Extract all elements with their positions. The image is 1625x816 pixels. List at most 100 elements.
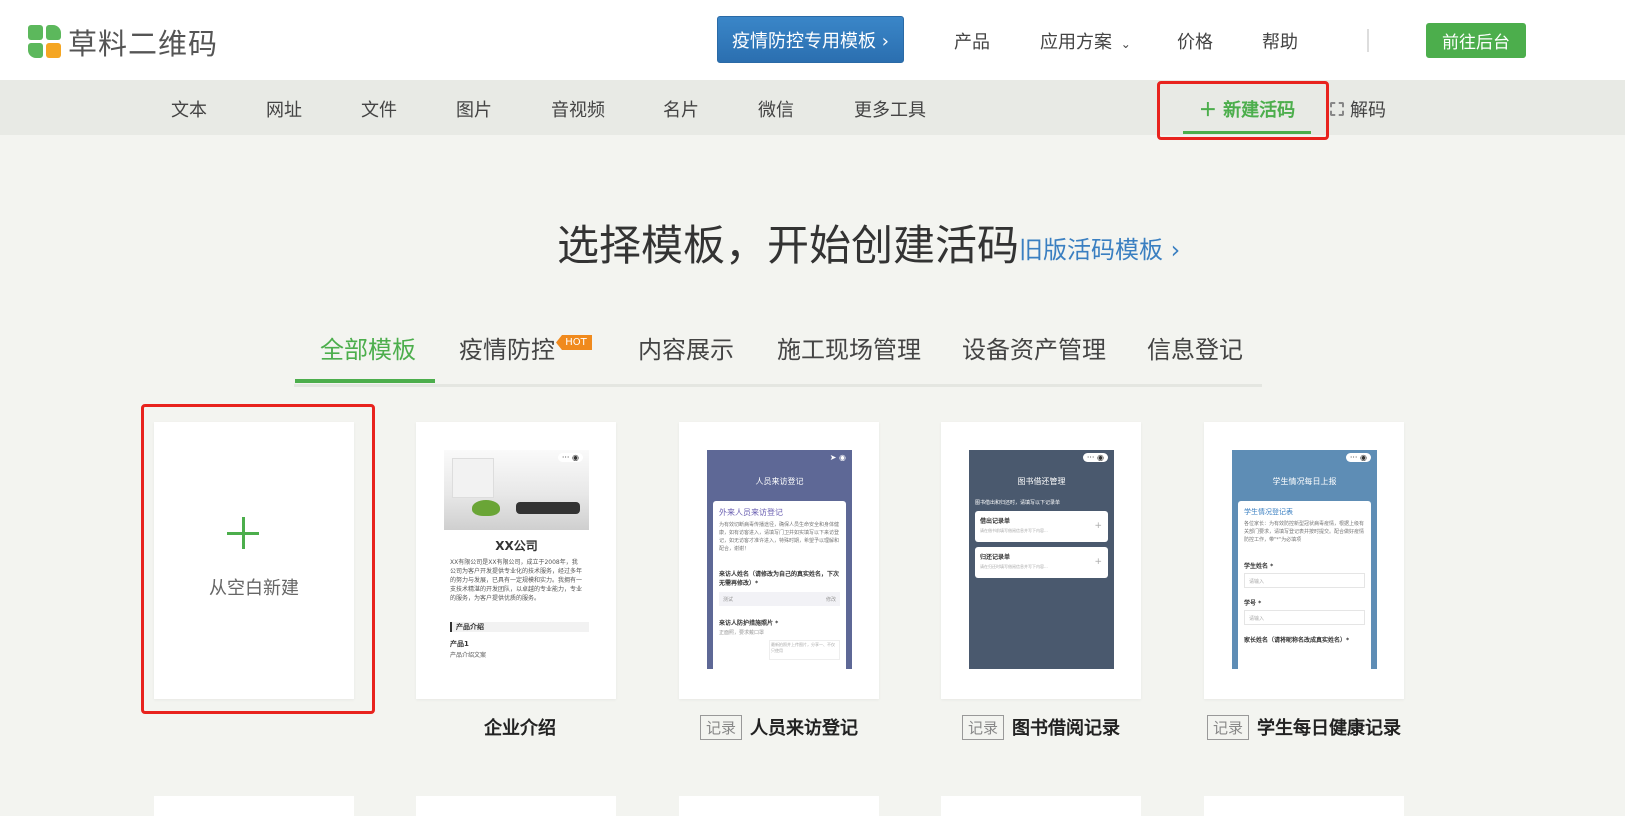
page-title: 选择模板，开始创建活码: [557, 221, 1020, 270]
student-nav-icons: ··· ◉: [1345, 453, 1371, 462]
plus-icon: +: [1094, 557, 1102, 567]
template-card-partial[interactable]: [154, 796, 354, 816]
nav-divider: [1367, 29, 1369, 52]
library-return-desc: 请在归还时填写借阅信息并写下内容...: [980, 564, 1048, 569]
nav-solutions-label: 应用方案: [1040, 32, 1112, 53]
nav-product[interactable]: 产品: [954, 28, 990, 54]
tab-info-registration[interactable]: 信息登记: [1147, 330, 1243, 365]
green-chair: [472, 500, 500, 516]
tool-business-card[interactable]: 名片: [663, 96, 699, 122]
company-photo: ··· ◉: [444, 450, 589, 530]
template-card-visitor[interactable]: ➤ ◉ 人员来访登记 外来人员来访登记 为有效切断病毒传播途径，确保人员生命安全…: [679, 422, 879, 699]
visitor-preview: ➤ ◉ 人员来访登记 外来人员来访登记 为有效切断病毒传播途径，确保人员生命安全…: [707, 450, 852, 669]
library-preview: ··· ◉ 图书借还管理 图书借出和归还时，请填写以下记录单 借出记录单 请在借…: [969, 450, 1114, 669]
tab-asset-management[interactable]: 设备资产管理: [962, 330, 1106, 365]
template-card-partial[interactable]: [1204, 796, 1404, 816]
company-title: XX公司: [495, 539, 538, 553]
student-f2-input: 请输入: [1244, 610, 1365, 625]
visitor-q1-value: 测试: [723, 596, 734, 603]
tool-file[interactable]: 文件: [361, 96, 397, 122]
product-section-label: 产品介绍: [456, 623, 484, 631]
library-return-title: 归还记录单: [980, 554, 1011, 561]
student-preview: ··· ◉ 学生情况每日上报 学生情况登记表 各位家长：为有效防控新型冠状病毒疫…: [1232, 450, 1377, 669]
decode-label: 解码: [1350, 100, 1386, 121]
black-sofa: [516, 502, 580, 514]
record-tag: 记录: [700, 714, 743, 740]
tool-wechat[interactable]: 微信: [758, 96, 794, 122]
template-name-student: 记录 学生每日健康记录: [1207, 714, 1401, 740]
student-header: 学生情况每日上报: [1272, 477, 1337, 486]
template-name-library-label: 图书借阅记录: [1012, 718, 1121, 739]
visitor-form-card: 外来人员来访登记 为有效切断病毒传播途径，确保人员生命安全和身体健康，如有访客进…: [713, 501, 846, 669]
tab-all[interactable]: 全部模板: [320, 330, 416, 365]
student-form-title: 学生情况登记表: [1244, 508, 1293, 516]
tool-text[interactable]: 文本: [171, 96, 207, 122]
company-preview: ··· ◉ XX公司 XX有限公司是XX有限公司，成立于2008年，我公司为客户…: [444, 450, 589, 669]
product-name: 产品1: [450, 640, 469, 648]
logo[interactable]: 草料二维码: [28, 21, 218, 63]
template-card-company[interactable]: ··· ◉ XX公司 XX有限公司是XX有限公司，成立于2008年，我公司为客户…: [416, 422, 616, 699]
chevron-down-icon: ⌄: [1120, 37, 1131, 51]
epidemic-template-button[interactable]: 疫情防控专用模板 ›: [717, 16, 904, 63]
template-card-student[interactable]: ··· ◉ 学生情况每日上报 学生情况登记表 各位家长：为有效防控新型冠状病毒疫…: [1204, 422, 1404, 699]
library-return-card: 归还记录单 请在归还时填写借阅信息并写下内容... +: [975, 547, 1108, 578]
student-f1-placeholder: 请输入: [1249, 579, 1265, 585]
scan-icon: [1330, 102, 1344, 116]
highlight-box-blank: [141, 404, 375, 714]
template-card-partial[interactable]: [941, 796, 1141, 816]
student-f1-input: 请输入: [1244, 573, 1365, 588]
visitor-nav-icons: ➤ ◉: [829, 453, 846, 462]
template-name-company: 企业介绍: [484, 718, 556, 739]
template-name-visitor: 记录 人员来访登记: [700, 714, 858, 740]
logo-icon: [28, 25, 62, 59]
go-backend-button[interactable]: 前往后台: [1426, 23, 1526, 58]
top-header: 草料二维码 疫情防控专用模板 › 产品 应用方案 ⌄ 价格 帮助 前往后台: [0, 0, 1625, 80]
visitor-q1-field: 测试 修改: [719, 592, 840, 606]
library-header: 图书借还管理: [1017, 477, 1066, 486]
tab-epidemic[interactable]: 疫情防控: [459, 330, 555, 365]
library-nav-icons: ··· ◉: [1082, 453, 1108, 462]
visitor-form-title: 外来人员来访登记: [719, 508, 783, 517]
student-desc: 各位家长：为有效防控新型冠状病毒疫情，根据上级有关部门要求，请填写登记表并按时提…: [1244, 521, 1365, 543]
tool-image[interactable]: 图片: [456, 96, 492, 122]
nav-solutions[interactable]: 应用方案 ⌄: [1040, 28, 1131, 54]
tab-construction[interactable]: 施工现场管理: [777, 330, 921, 365]
visitor-q1: 来访人姓名（请修改为自己的真实姓名，下次无需再修改）*: [719, 571, 840, 587]
visitor-upload-box: 最新拍照并上传图片，分享一、不仅只使用: [769, 640, 840, 660]
company-intro: XX有限公司是XX有限公司，成立于2008年，我公司为客户开发提供专业化的技术服…: [450, 559, 583, 602]
logo-text: 草料二维码: [68, 27, 219, 61]
tool-audio-video[interactable]: 音视频: [551, 96, 605, 122]
tool-more[interactable]: 更多工具: [854, 96, 926, 122]
active-tab-underline: [295, 379, 435, 383]
record-tag: 记录: [962, 714, 1005, 740]
old-template-link[interactable]: 旧版活码模板 ›: [1019, 230, 1180, 265]
visitor-header: 人员来访登记: [755, 477, 804, 486]
library-borrow-card: 借出记录单 请在借书前填写借阅信息并写下内容... +: [975, 511, 1108, 542]
template-card-partial[interactable]: [679, 796, 879, 816]
product-section-header: 产品介绍: [450, 622, 589, 632]
student-f2: 学号 *: [1244, 600, 1262, 607]
visitor-q2: 来访人防护措施照片 *: [719, 620, 779, 627]
tool-url[interactable]: 网址: [266, 96, 302, 122]
template-tabs: 全部模板 疫情防控 内容展示 施工现场管理 设备资产管理 信息登记: [294, 322, 1262, 387]
nav-pricing[interactable]: 价格: [1177, 28, 1213, 54]
student-f2-placeholder: 请输入: [1249, 616, 1265, 622]
student-form-card: 学生情况登记表 各位家长：为有效防控新型冠状病毒疫情，根据上级有关部门要求，请填…: [1238, 501, 1371, 669]
nav-help[interactable]: 帮助: [1262, 28, 1298, 54]
template-name-student-label: 学生每日健康记录: [1257, 718, 1402, 739]
library-borrow-desc: 请在借书前填写借阅信息并写下内容...: [980, 528, 1048, 533]
visitor-q1-action: 修改: [825, 596, 836, 603]
highlight-box-new-live: [1157, 81, 1329, 140]
window-panel: [452, 458, 494, 498]
product-desc: 产品介绍文案: [450, 652, 487, 659]
tab-content-display[interactable]: 内容展示: [638, 330, 734, 365]
template-card-partial[interactable]: [416, 796, 616, 816]
record-tag: 记录: [1207, 714, 1250, 740]
hot-badge: HOT: [556, 335, 592, 350]
student-f1: 学生姓名 *: [1244, 563, 1274, 570]
plus-icon: +: [1094, 521, 1102, 531]
template-card-library[interactable]: ··· ◉ 图书借还管理 图书借出和归还时，请填写以下记录单 借出记录单 请在借…: [941, 422, 1141, 699]
library-borrow-title: 借出记录单: [980, 518, 1011, 525]
decode-button[interactable]: 解码: [1330, 96, 1386, 122]
library-desc: 图书借出和归还时，请填写以下记录单: [975, 500, 1061, 506]
